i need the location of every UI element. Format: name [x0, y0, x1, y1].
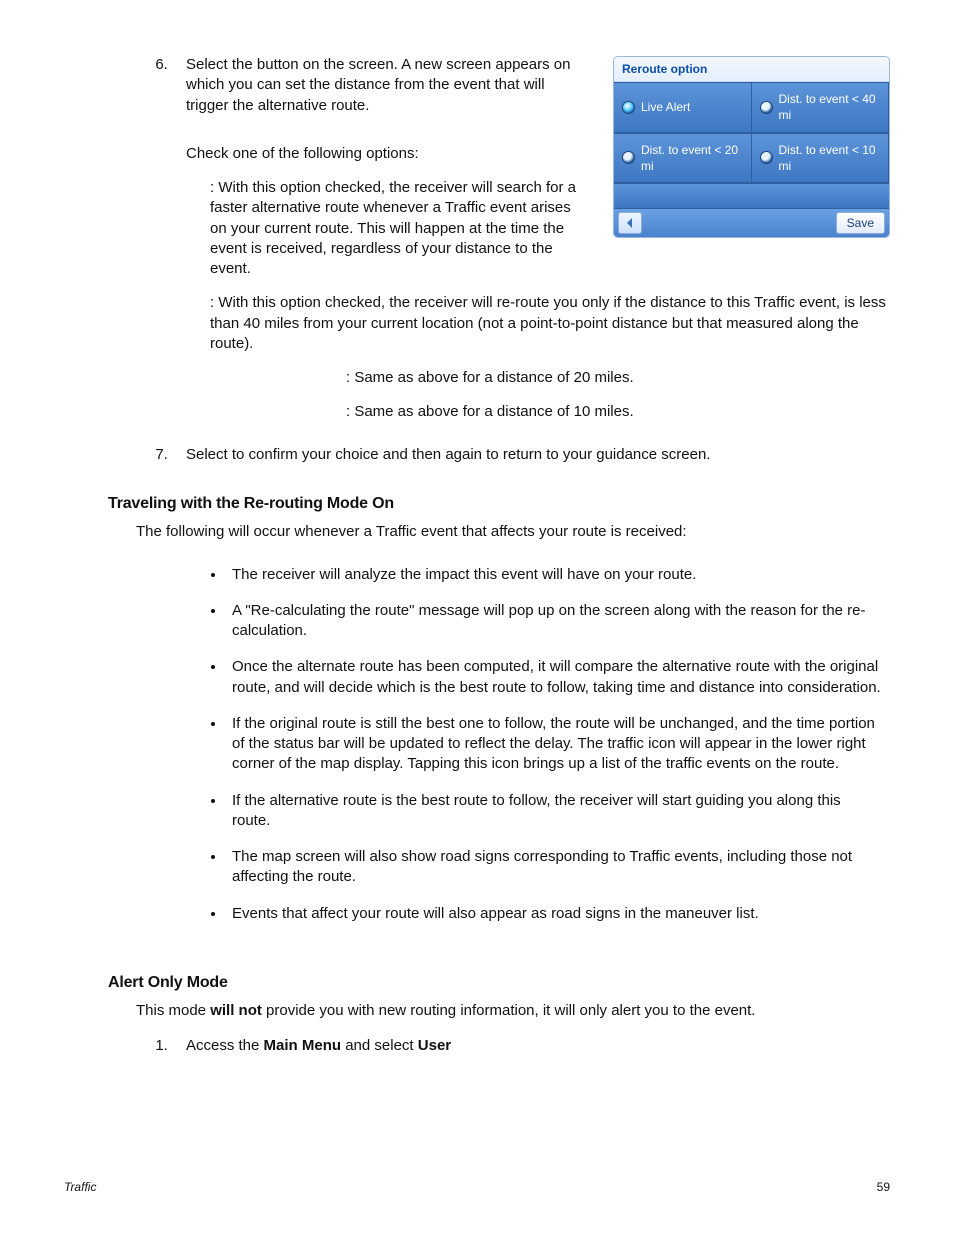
- radio-icon: [622, 151, 635, 164]
- radio-label: Live Alert: [641, 99, 690, 115]
- page: Reroute option Live Alert Dist. to event…: [0, 0, 954, 1235]
- radio-icon: [760, 101, 773, 114]
- radio-dist-20[interactable]: Dist. to event < 20 mi: [614, 133, 752, 183]
- radio-label: Dist. to event < 10 mi: [779, 142, 881, 174]
- bullet-item: A "Re-calculating the route" message wil…: [226, 601, 882, 642]
- text: and select: [341, 1037, 418, 1054]
- alert-steps: Access the Main Menu and select User: [142, 1036, 890, 1056]
- option-dist-40: : With this option checked, the receiver…: [210, 293, 890, 354]
- reroute-option-screenshot: Reroute option Live Alert Dist. to event…: [613, 56, 890, 238]
- text-bold: will not: [210, 1002, 262, 1019]
- reroute-bottom-bar: Save: [614, 208, 889, 237]
- radio-label: Dist. to event < 40 mi: [779, 91, 881, 123]
- radio-label: Dist. to event < 20 mi: [641, 142, 743, 174]
- back-arrow-icon: [625, 218, 635, 228]
- radio-live-alert[interactable]: Live Alert: [614, 82, 752, 132]
- step-6-intro: Select the button on the screen. A new s…: [186, 55, 590, 116]
- heading-alert-only: Alert Only Mode: [108, 972, 890, 994]
- option-dist-10: : Same as above for a distance of 10 mil…: [346, 402, 890, 422]
- text: Select the: [186, 56, 257, 73]
- footer-section: Traffic: [64, 1179, 96, 1195]
- text: This mode: [136, 1002, 210, 1019]
- bullet-item: If the alternative route is the best rou…: [226, 791, 882, 832]
- page-footer: Traffic 59: [64, 1179, 890, 1195]
- radio-dist-10[interactable]: Dist. to event < 10 mi: [752, 133, 890, 183]
- bullet-item: The map screen will also show road signs…: [226, 847, 882, 888]
- footer-page-number: 59: [877, 1179, 890, 1195]
- text: again to return to your guidance screen.: [445, 446, 710, 463]
- radio-dist-40[interactable]: Dist. to event < 40 mi: [752, 82, 890, 132]
- text-bold: Main Menu: [264, 1037, 342, 1054]
- step-6-check: Check one of the following options:: [186, 144, 590, 164]
- back-button[interactable]: [618, 212, 642, 234]
- option-live-alert: : With this option checked, the receiver…: [210, 178, 590, 279]
- reroute-title: Reroute option: [614, 57, 889, 82]
- radio-icon: [622, 101, 635, 114]
- bullet-item: If the original route is still the best …: [226, 714, 882, 775]
- alert-intro: This mode will not provide you with new …: [136, 1001, 882, 1021]
- text: Select: [186, 446, 232, 463]
- traveling-intro: The following will occur whenever a Traf…: [136, 522, 882, 542]
- reroute-options-grid: Live Alert Dist. to event < 40 mi Dist. …: [614, 82, 889, 183]
- text: to confirm your choice and then: [232, 446, 445, 463]
- bullet-item: The receiver will analyze the impact thi…: [226, 565, 882, 585]
- bullet-item: Once the alternate route has been comput…: [226, 657, 882, 698]
- text: provide you with new routing information…: [262, 1002, 756, 1019]
- bullet-item: Events that affect your route will also …: [226, 904, 882, 924]
- radio-icon: [760, 151, 773, 164]
- heading-traveling: Traveling with the Re-routing Mode On: [108, 493, 890, 515]
- step-7: Select to confirm your choice and then a…: [172, 445, 890, 465]
- text: Access the: [186, 1037, 264, 1054]
- alert-step-1: Access the Main Menu and select User: [172, 1036, 890, 1056]
- reroute-blank-strip: [614, 183, 889, 208]
- text-bold: User: [418, 1037, 451, 1054]
- traveling-bullets: The receiver will analyze the impact thi…: [204, 565, 882, 924]
- option-dist-20: : Same as above for a distance of 20 mil…: [346, 368, 890, 388]
- save-button[interactable]: Save: [836, 212, 885, 234]
